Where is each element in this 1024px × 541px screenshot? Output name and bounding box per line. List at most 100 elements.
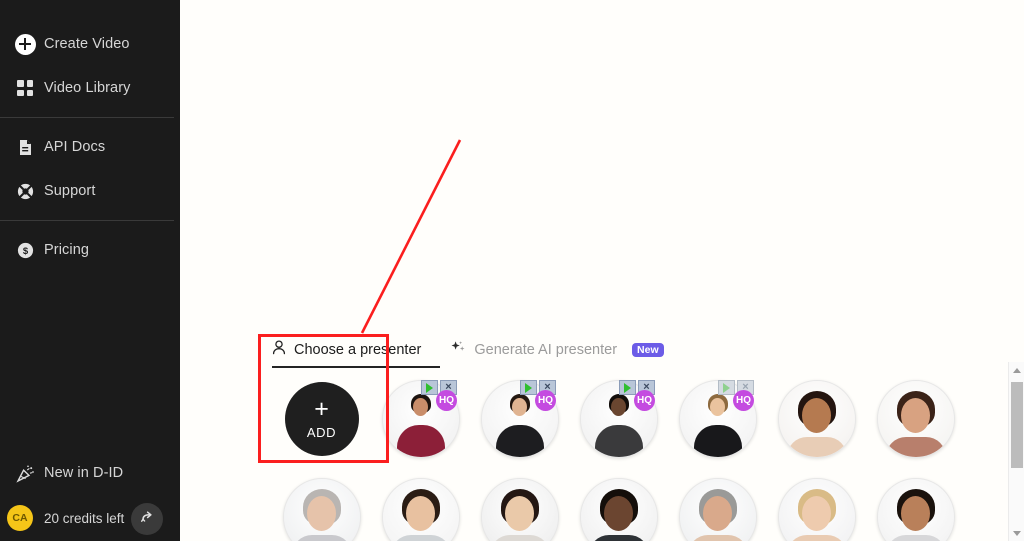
- presenter-photo-face: [710, 398, 725, 416]
- presenter-photo-body: [594, 425, 643, 457]
- status-badge-new: New: [632, 342, 664, 358]
- presenter-photo-face: [413, 398, 428, 416]
- sidebar-item-label: Video Library: [44, 80, 131, 96]
- presenter-woman-curly-hair[interactable]: [777, 380, 856, 458]
- presenter-man-smiling[interactable]: [876, 478, 955, 541]
- presenter-woman-grey-glasses[interactable]: [282, 478, 361, 541]
- sidebar-item-label: Create Video: [44, 36, 130, 52]
- presenter-photo-body: [885, 437, 946, 457]
- main-content: Choose a presenter Generate AI presenter…: [180, 0, 1024, 541]
- presenter-man-beard[interactable]: [876, 380, 955, 458]
- presenter-woman-short-hair[interactable]: [381, 478, 460, 541]
- presenter-photo-face: [406, 496, 435, 531]
- tab-label: Choose a presenter: [294, 342, 422, 358]
- presenter-tabs: Choose a presenter Generate AI presenter…: [272, 334, 1024, 364]
- presenter-person-glasses[interactable]: [579, 478, 658, 541]
- sidebar-item-label: Support: [44, 183, 96, 199]
- presenter-picker-panel: Choose a presenter Generate AI presenter…: [272, 334, 1024, 541]
- grid-icon: [6, 80, 44, 96]
- sidebar-footer: New in D-ID CA 20 credits left: [0, 451, 180, 541]
- tab-choose-a-presenter[interactable]: Choose a presenter: [272, 340, 421, 364]
- avatar: CA: [7, 505, 33, 531]
- presenter-photo-face: [802, 398, 831, 433]
- document-icon: [6, 139, 44, 156]
- presenter-cell: × HQ: [371, 378, 470, 460]
- hq-badge: HQ: [535, 390, 556, 411]
- lifebuoy-icon: [6, 183, 44, 200]
- presenter-photo-body: [786, 437, 847, 457]
- presenter-cell: × HQ: [569, 378, 668, 460]
- sidebar-divider-1: [0, 117, 174, 118]
- sidebar-item-new-in-d-id[interactable]: New in D-ID: [0, 451, 180, 495]
- presenter-photo-face: [703, 496, 732, 531]
- scroll-up-arrow-icon[interactable]: [1009, 362, 1024, 378]
- presenter-cell: [767, 378, 866, 460]
- scrollbar-thumb[interactable]: [1011, 382, 1023, 468]
- presenter-cell: [470, 476, 569, 541]
- sidebar: Create Video Video Library API Docs Supp…: [0, 0, 180, 541]
- sidebar-item-create-video[interactable]: Create Video: [0, 22, 180, 66]
- plus-icon: +: [314, 394, 329, 423]
- presenter-cell: [767, 476, 866, 541]
- presenter-cell: [866, 378, 965, 460]
- presenter-photo-body: [396, 425, 445, 457]
- presenter-photo-face: [611, 398, 626, 416]
- share-arrow-button[interactable]: [131, 503, 163, 535]
- presenter-man-grey-beard[interactable]: [678, 478, 757, 541]
- plus-circle-icon: [6, 33, 44, 55]
- add-presenter-cell: + ADD: [272, 378, 371, 460]
- play-icon[interactable]: [718, 380, 735, 395]
- play-icon[interactable]: [421, 380, 438, 395]
- tab-generate-ai-presenter[interactable]: Generate AI presenter New: [451, 340, 664, 364]
- presenter-photo-face: [604, 496, 633, 531]
- presenter-cell: [866, 476, 965, 541]
- presenter-photo-face: [505, 496, 534, 531]
- presenter-photo-face: [901, 398, 930, 433]
- share-arrow-icon: [139, 508, 156, 530]
- presenter-cell: [371, 476, 470, 541]
- hq-badge: HQ: [733, 390, 754, 411]
- sidebar-group-resources: API Docs Support: [0, 125, 180, 213]
- sidebar-top-spacer: [0, 0, 180, 22]
- presenter-photo-body: [495, 425, 544, 457]
- add-presenter-button[interactable]: + ADD: [284, 382, 359, 456]
- credits-label: 20 credits left: [44, 510, 125, 526]
- hq-badge: HQ: [436, 390, 457, 411]
- add-presenter-label: ADD: [306, 424, 337, 440]
- presenter-photo-face: [802, 496, 831, 531]
- presenter-cell: [569, 476, 668, 541]
- play-icon[interactable]: [619, 380, 636, 395]
- sidebar-item-support[interactable]: Support: [0, 169, 180, 213]
- active-tab-underline: [272, 366, 440, 368]
- presenter-photo-face: [307, 496, 336, 531]
- play-icon[interactable]: [520, 380, 537, 395]
- hq-badge: HQ: [634, 390, 655, 411]
- tab-label: Generate AI presenter: [474, 342, 618, 358]
- presenter-cell: × HQ: [668, 378, 767, 460]
- sidebar-item-label: API Docs: [44, 139, 106, 155]
- presenter-cell: × HQ: [470, 378, 569, 460]
- sidebar-item-pricing[interactable]: $ Pricing: [0, 228, 180, 272]
- presenter-woman-long-hair[interactable]: [480, 478, 559, 541]
- presenter-photo-body: [693, 425, 742, 457]
- presenter-photo-face: [901, 496, 930, 531]
- sidebar-item-api-docs[interactable]: API Docs: [0, 125, 180, 169]
- presenter-grid-scrollbar[interactable]: [1008, 362, 1024, 541]
- app-root: Create Video Video Library API Docs Supp…: [0, 0, 1024, 541]
- presenter-photo-face: [512, 398, 527, 416]
- sidebar-item-label: New in D-ID: [44, 465, 124, 481]
- presenter-woman-blonde-bob[interactable]: [777, 478, 856, 541]
- sparkle-icon: [451, 340, 466, 360]
- sidebar-group-billing: $ Pricing: [0, 228, 180, 272]
- svg-text:$: $: [22, 246, 28, 257]
- scroll-down-arrow-icon[interactable]: [1009, 525, 1024, 541]
- presenter-cell: [668, 476, 767, 541]
- dollar-circle-icon: $: [6, 242, 44, 259]
- sidebar-item-video-library[interactable]: Video Library: [0, 66, 180, 110]
- sidebar-item-label: Pricing: [44, 242, 90, 258]
- sidebar-divider-2: [0, 220, 174, 221]
- sidebar-group-primary: Create Video Video Library: [0, 22, 180, 110]
- party-popper-icon: [6, 464, 44, 483]
- person-icon: [272, 340, 286, 360]
- presenter-cell: [272, 476, 371, 541]
